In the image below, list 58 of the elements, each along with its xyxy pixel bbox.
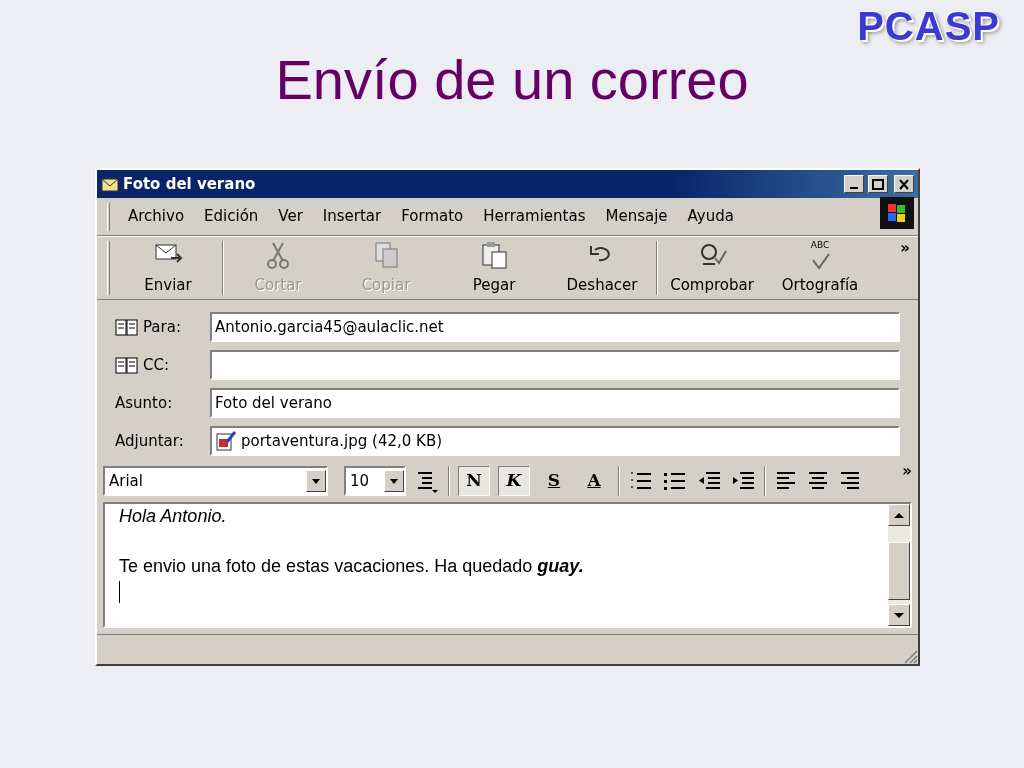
menu-item[interactable]: Herramientas (473, 205, 596, 228)
maximize-button[interactable] (868, 175, 888, 193)
clipboard-icon (479, 239, 509, 270)
menu-item[interactable]: Ver (268, 205, 313, 228)
dropdown-arrow-icon (390, 478, 398, 484)
attachment-file-icon (215, 430, 237, 452)
underline-button[interactable]: S (538, 466, 570, 496)
font-color-button[interactable]: A (578, 466, 610, 496)
field-label: Adjuntar: (115, 430, 184, 452)
menu-item[interactable]: Archivo (118, 205, 195, 228)
scroll-down-button[interactable] (888, 604, 910, 626)
minimize-button[interactable] (844, 175, 864, 193)
field-label: Para: (143, 316, 181, 338)
scrollbar-thumb[interactable] (888, 542, 910, 600)
icon-label: ABC (810, 239, 830, 250)
windows-logo-icon (880, 197, 914, 230)
font-dropdown[interactable]: Arial (103, 466, 328, 496)
body-text-line: Hola Antonio. (119, 505, 228, 528)
address-book-button[interactable] (115, 318, 139, 336)
menu-item[interactable]: Mensaje (595, 205, 678, 228)
address-field[interactable] (210, 350, 900, 380)
message-body[interactable]: Hola Antonio. Te envio una foto de estas vacaciones. Ha quedado guay. (103, 502, 912, 628)
overflow-chevron[interactable]: » (902, 460, 912, 483)
menu-item[interactable]: Insertar (312, 205, 392, 228)
maximize-icon (869, 176, 887, 192)
menu-item[interactable]: Ayuda (677, 205, 744, 228)
address-book-button[interactable] (115, 356, 139, 374)
menu-item[interactable]: Edición (194, 205, 269, 228)
down-arrow-icon (894, 612, 904, 618)
text-cursor (119, 581, 120, 603)
dropdown-arrow-icon (312, 478, 320, 484)
minimize-icon (850, 187, 858, 189)
overflow-chevron[interactable]: » (900, 237, 910, 260)
toolbar-button[interactable]: ABC Ortografía (766, 238, 874, 298)
toolbar-button[interactable]: Enviar (114, 238, 222, 298)
toolbar-button[interactable]: Deshacer (548, 238, 656, 298)
toolbar-button[interactable]: Comprobar (658, 238, 766, 298)
subject-field[interactable]: Foto del verano (210, 388, 900, 418)
attachment-name: portaventura.jpg (42,0 KB) (241, 430, 443, 452)
bold-button[interactable]: N (458, 466, 490, 496)
window-title: Foto del verano (123, 173, 257, 195)
font-size-dropdown[interactable]: 10 (344, 466, 406, 496)
slide-title: Envío de un correo (275, 48, 749, 111)
field-label: Asunto: (115, 392, 173, 414)
scroll-up-button[interactable] (888, 504, 910, 526)
up-arrow-icon (894, 512, 904, 518)
italic-button[interactable]: K (498, 466, 530, 496)
close-button[interactable] (894, 175, 914, 193)
envelope-icon (101, 175, 119, 193)
logo-text: PCASP (857, 4, 1000, 49)
address-field[interactable]: Antonio.garcia45@aulaclic.net (210, 312, 900, 342)
body-text-line: Te envio una foto de estas vacaciones. Ha quedado guay. (119, 555, 585, 578)
field-label: CC: (143, 354, 169, 376)
resize-grip-icon (902, 648, 918, 664)
scrollbar[interactable] (888, 504, 910, 626)
menu-item[interactable]: Formato (391, 205, 474, 228)
attachment-field[interactable]: portaventura.jpg (42,0 KB) (210, 426, 900, 456)
toolbar-button[interactable]: Pegar (440, 238, 548, 298)
